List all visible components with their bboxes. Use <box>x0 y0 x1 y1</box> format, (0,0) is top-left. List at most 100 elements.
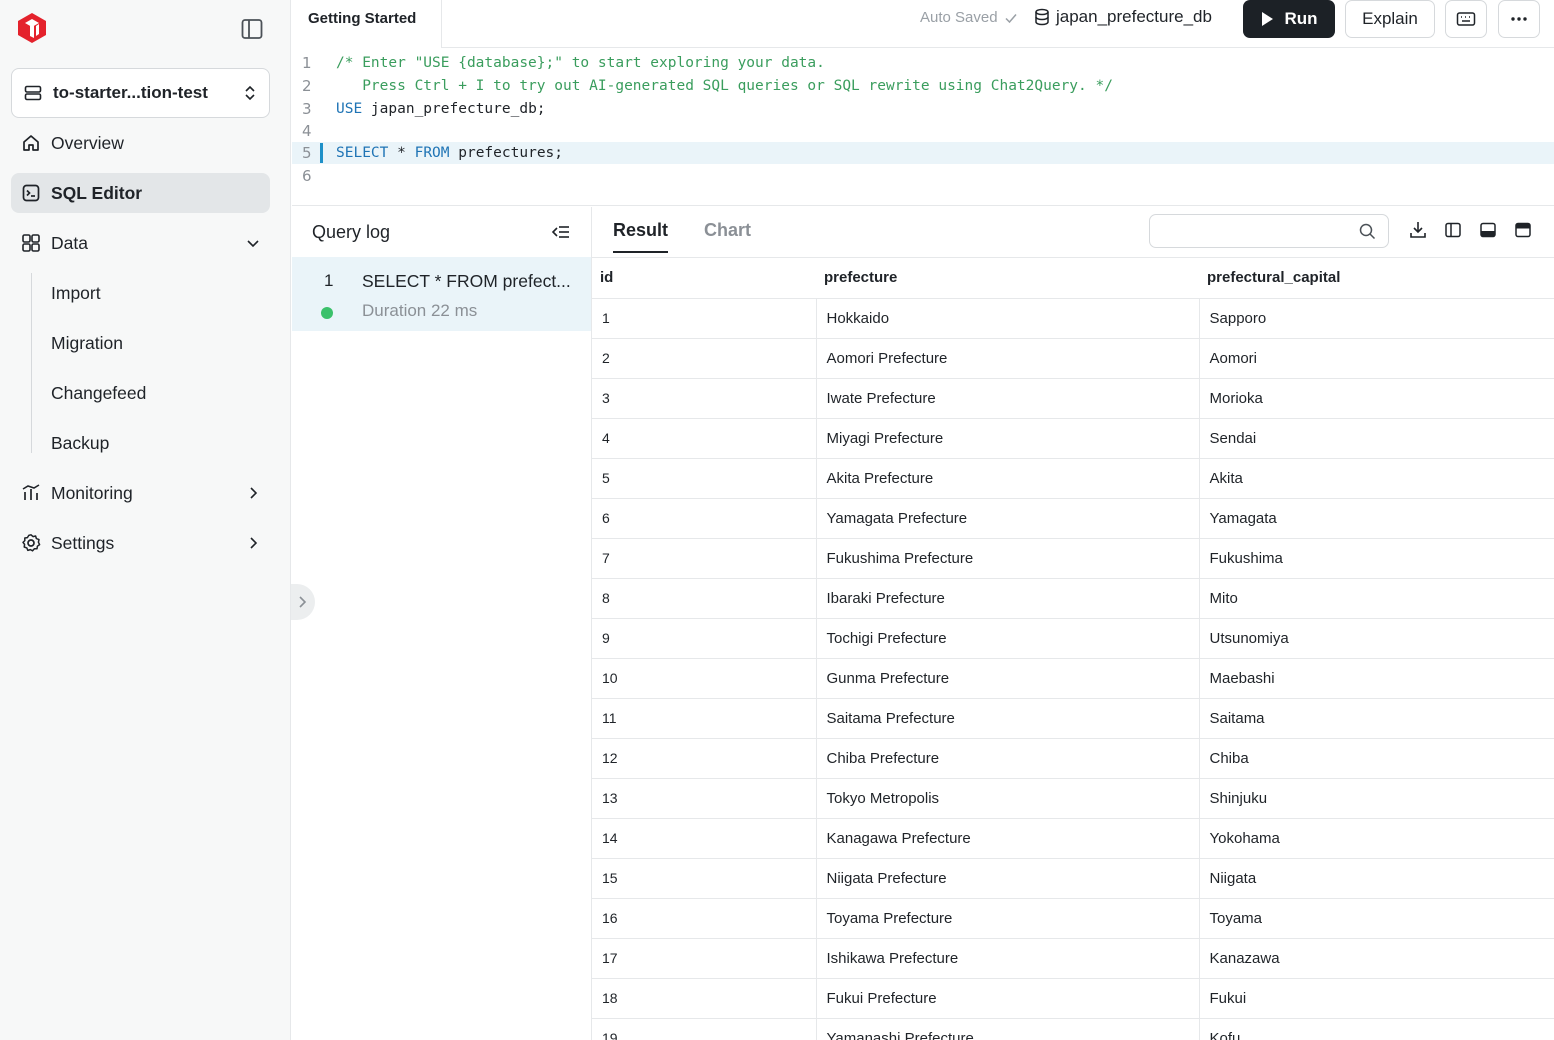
table-cell[interactable]: Shinjuku <box>1198 778 1554 819</box>
table-cell[interactable]: 13 <box>592 778 816 819</box>
layout-side-panel-icon[interactable] <box>1443 220 1463 240</box>
table-row[interactable]: 15 Niigata Prefecture Niigata <box>592 858 1554 899</box>
table-cell[interactable]: Akita Prefecture <box>815 458 1199 499</box>
column-header-prefectural-capital[interactable]: prefectural_capital <box>1199 258 1554 299</box>
table-row[interactable]: 5 Akita Prefecture Akita <box>592 458 1554 499</box>
sidebar-item-changefeed[interactable]: Changefeed <box>11 373 270 413</box>
sidebar-item-overview[interactable]: Overview <box>11 123 270 163</box>
table-cell[interactable]: 4 <box>592 418 816 459</box>
sidebar-item-data[interactable]: Data <box>11 223 270 263</box>
table-cell[interactable]: Chiba Prefecture <box>815 738 1199 779</box>
table-cell[interactable]: Toyama Prefecture <box>815 898 1199 939</box>
table-row[interactable]: 8 Ibaraki Prefecture Mito <box>592 578 1554 619</box>
table-cell[interactable]: 8 <box>592 578 816 619</box>
column-header-prefecture[interactable]: prefecture <box>816 258 1199 299</box>
table-cell[interactable]: Yamanashi Prefecture <box>815 1018 1199 1040</box>
table-cell[interactable]: 1 <box>592 298 816 339</box>
table-row[interactable]: 11 Saitama Prefecture Saitama <box>592 698 1554 739</box>
table-cell[interactable]: 15 <box>592 858 816 899</box>
sidebar-item-backup[interactable]: Backup <box>11 423 270 463</box>
table-cell[interactable]: 14 <box>592 818 816 859</box>
table-row[interactable]: 7 Fukushima Prefecture Fukushima <box>592 538 1554 579</box>
table-cell[interactable]: 19 <box>592 1018 816 1040</box>
table-cell[interactable]: Morioka <box>1198 378 1554 419</box>
table-cell[interactable]: Tokyo Metropolis <box>815 778 1199 819</box>
table-cell[interactable]: 2 <box>592 338 816 379</box>
table-cell[interactable]: Iwate Prefecture <box>815 378 1199 419</box>
code-line[interactable]: 2 Press Ctrl + I to try out AI-generated… <box>292 75 1554 97</box>
table-cell[interactable]: Ishikawa Prefecture <box>815 938 1199 979</box>
table-cell[interactable]: Hokkaido <box>815 298 1199 339</box>
code-line[interactable]: 4 <box>292 120 1554 142</box>
explain-button[interactable]: Explain <box>1345 0 1435 38</box>
table-cell[interactable]: Miyagi Prefecture <box>815 418 1199 459</box>
layout-top-panel-icon[interactable] <box>1513 220 1533 240</box>
table-cell[interactable]: 11 <box>592 698 816 739</box>
table-cell[interactable]: Kofu <box>1198 1018 1554 1040</box>
table-row[interactable]: 16 Toyama Prefecture Toyama <box>592 898 1554 939</box>
query-log-entry[interactable]: 1 SELECT * FROM prefect... Duration 22 m… <box>292 257 591 331</box>
table-cell[interactable]: Sapporo <box>1198 298 1554 339</box>
table-cell[interactable]: 16 <box>592 898 816 939</box>
table-row[interactable]: 18 Fukui Prefecture Fukui <box>592 978 1554 1019</box>
cluster-selector[interactable]: to-starter...tion-test <box>11 68 270 118</box>
table-row[interactable]: 2 Aomori Prefecture Aomori <box>592 338 1554 379</box>
table-row[interactable]: 3 Iwate Prefecture Morioka <box>592 378 1554 419</box>
table-cell[interactable]: Sendai <box>1198 418 1554 459</box>
code-line[interactable]: 6 <box>292 165 1554 187</box>
tab-chart[interactable]: Chart <box>704 220 751 241</box>
table-cell[interactable]: Akita <box>1198 458 1554 499</box>
table-cell[interactable]: Fukushima <box>1198 538 1554 579</box>
sidebar-item-sql-editor[interactable]: SQL Editor <box>11 173 270 213</box>
table-cell[interactable]: 9 <box>592 618 816 659</box>
table-cell[interactable]: Fukushima Prefecture <box>815 538 1199 579</box>
code-line[interactable]: 5 SELECT * FROM prefectures; <box>292 142 1554 164</box>
table-row[interactable]: 12 Chiba Prefecture Chiba <box>592 738 1554 779</box>
table-row[interactable]: 14 Kanagawa Prefecture Yokohama <box>592 818 1554 859</box>
keyboard-shortcuts-button[interactable] <box>1445 0 1487 38</box>
table-cell[interactable]: Yamagata Prefecture <box>815 498 1199 539</box>
table-cell[interactable]: Niigata Prefecture <box>815 858 1199 899</box>
table-row[interactable]: 4 Miyagi Prefecture Sendai <box>592 418 1554 459</box>
table-cell[interactable]: Chiba <box>1198 738 1554 779</box>
sidebar-item-import[interactable]: Import <box>11 273 270 313</box>
sidebar-collapse-icon[interactable] <box>240 17 264 41</box>
sidebar-item-monitoring[interactable]: Monitoring <box>11 473 270 513</box>
table-cell[interactable]: Kanazawa <box>1198 938 1554 979</box>
table-cell[interactable]: 12 <box>592 738 816 779</box>
database-selector[interactable]: japan_prefecture_db <box>1034 7 1212 27</box>
table-row[interactable]: 9 Tochigi Prefecture Utsunomiya <box>592 618 1554 659</box>
table-row[interactable]: 19 Yamanashi Prefecture Kofu <box>592 1018 1554 1040</box>
table-cell[interactable]: 17 <box>592 938 816 979</box>
download-icon[interactable] <box>1408 220 1428 240</box>
sidebar-item-settings[interactable]: Settings <box>11 523 270 563</box>
more-options-button[interactable] <box>1498 0 1540 38</box>
table-cell[interactable]: 18 <box>592 978 816 1019</box>
table-cell[interactable]: Saitama Prefecture <box>815 698 1199 739</box>
table-row[interactable]: 6 Yamagata Prefecture Yamagata <box>592 498 1554 539</box>
run-button[interactable]: Run <box>1243 0 1335 38</box>
table-cell[interactable]: Saitama <box>1198 698 1554 739</box>
sidebar-item-migration[interactable]: Migration <box>11 323 270 363</box>
collapse-left-icon[interactable] <box>551 224 571 240</box>
table-cell[interactable]: Fukui <box>1198 978 1554 1019</box>
table-cell[interactable]: Ibaraki Prefecture <box>815 578 1199 619</box>
table-cell[interactable]: Yokohama <box>1198 818 1554 859</box>
code-line[interactable]: 3 USE japan_prefecture_db; <box>292 98 1554 120</box>
tab-getting-started[interactable]: Getting Started <box>292 0 442 48</box>
table-cell[interactable]: Aomori Prefecture <box>815 338 1199 379</box>
result-search-input[interactable] <box>1150 215 1350 247</box>
table-cell[interactable]: Gunma Prefecture <box>815 658 1199 699</box>
table-row[interactable]: 10 Gunma Prefecture Maebashi <box>592 658 1554 699</box>
table-cell[interactable]: Aomori <box>1198 338 1554 379</box>
table-cell[interactable]: Maebashi <box>1198 658 1554 699</box>
table-cell[interactable]: 3 <box>592 378 816 419</box>
table-cell[interactable]: Mito <box>1198 578 1554 619</box>
table-cell[interactable]: Fukui Prefecture <box>815 978 1199 1019</box>
table-row[interactable]: 17 Ishikawa Prefecture Kanazawa <box>592 938 1554 979</box>
table-cell[interactable]: Niigata <box>1198 858 1554 899</box>
table-cell[interactable]: 10 <box>592 658 816 699</box>
table-cell[interactable]: Yamagata <box>1198 498 1554 539</box>
column-header-id[interactable]: id <box>592 258 816 299</box>
table-cell[interactable]: Utsunomiya <box>1198 618 1554 659</box>
